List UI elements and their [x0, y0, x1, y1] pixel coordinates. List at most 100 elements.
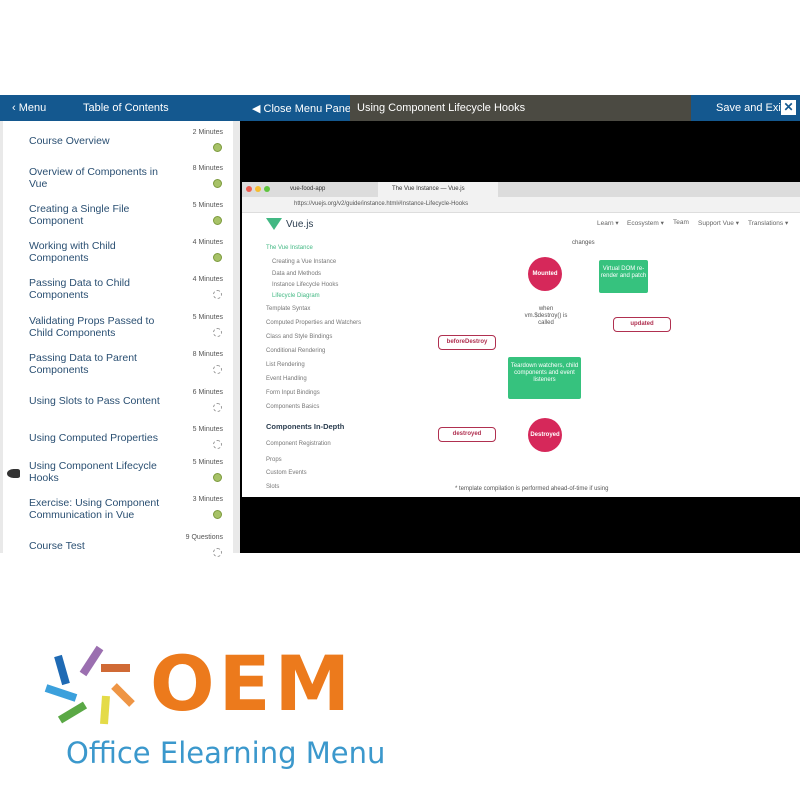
toc-item[interactable]: Course Test 9 Questions [3, 534, 233, 571]
toc-item-duration: 5 Minutes [192, 314, 223, 321]
incomplete-status-icon [213, 440, 222, 449]
diagram-footnote: * template compilation is performed ahea… [455, 486, 609, 492]
complete-status-icon [213, 253, 222, 262]
docs-sidebar-link: Props [266, 457, 282, 463]
complete-status-icon [213, 179, 222, 188]
destroy-condition: when vm.$destroy() is called [524, 306, 568, 326]
complete-status-icon [213, 510, 222, 519]
toc-item-title: Using Computed Properties [29, 432, 158, 444]
toc-item-duration: 5 Minutes [192, 202, 223, 209]
lesson-title: Using Component Lifecycle Hooks [357, 102, 526, 114]
oem-arrows-logo-icon [44, 645, 135, 725]
nav-ecosystem: Ecosystem ▾ [627, 220, 664, 227]
complete-status-icon [213, 473, 222, 482]
incomplete-status-icon [213, 548, 222, 557]
toc-item[interactable]: Passing Data to Child Components 4 Minut… [3, 276, 233, 313]
docs-sidebar-link: Class and Style Bindings [266, 334, 333, 340]
logo-tagline: Office Elearning Menu [66, 736, 386, 770]
mounted-node: Mounted [528, 257, 562, 291]
docs-sidebar-link: Conditional Rendering [266, 348, 326, 354]
teardown-node: Teardown watchers, child components and … [508, 357, 581, 399]
docs-sidebar-link: Lifecycle Diagram [272, 293, 320, 299]
toc-item[interactable]: Using Component Lifecycle Hooks 5 Minute… [3, 459, 233, 496]
site-name: Vue.js [286, 219, 314, 230]
save-exit-button[interactable]: Save and Exit [716, 102, 784, 114]
incomplete-status-icon [213, 290, 222, 299]
toc-item-title: Working with Child Components [29, 240, 116, 264]
toc-item[interactable]: Working with Child Components 4 Minutes [3, 239, 233, 276]
toc-item-title: Using Component Lifecycle Hooks [29, 460, 157, 484]
current-item-pointer-icon [7, 469, 20, 478]
toc-item[interactable]: Creating a Single File Component 5 Minut… [3, 202, 233, 239]
toc-item-title: Course Test [29, 540, 85, 552]
browser-tab-active: The Vue Instance — Vue.js [378, 182, 498, 197]
incomplete-status-icon [213, 365, 222, 374]
docs-sidebar-link: The Vue Instance [266, 245, 313, 251]
docs-sidebar-link: Component Registration [266, 441, 331, 447]
browser-tabs: vue-food-app The Vue Instance — Vue.js [242, 182, 800, 197]
toc-item[interactable]: Course Overview 2 Minutes [3, 129, 233, 166]
vue-logo-icon [266, 218, 282, 230]
toc-item-duration: 8 Minutes [192, 351, 223, 358]
docs-sidebar-link: Components Basics [266, 404, 320, 410]
docs-sidebar-link: Data and Methods [272, 271, 322, 277]
toc-item[interactable]: Using Computed Properties 5 Minutes [3, 426, 233, 463]
docs-sidebar-link: Components In-Depth [266, 422, 345, 431]
toc-item-duration: 3 Minutes [192, 496, 223, 503]
before-destroy-hook: beforeDestroy [438, 335, 496, 350]
destroyed-node: Destroyed [528, 418, 562, 452]
nav-support: Support Vue ▾ [698, 220, 739, 227]
toc-item[interactable]: Validating Props Passed to Child Compone… [3, 314, 233, 351]
close-menu-panel-button[interactable]: ◀ Close Menu Panel [252, 102, 353, 115]
incomplete-status-icon [213, 328, 222, 337]
menu-button[interactable]: ‹ Menu [12, 102, 46, 114]
toc-heading: Table of Contents [83, 102, 169, 114]
updated-hook: updated [613, 317, 671, 332]
toc-item-duration: 5 Minutes [192, 459, 223, 466]
toc-item-title: Passing Data to Parent Components [29, 352, 137, 376]
toc-item-title: Validating Props Passed to Child Compone… [29, 315, 155, 339]
toc-item-duration: 4 Minutes [192, 239, 223, 246]
close-icon[interactable]: ✕ [781, 100, 796, 115]
docs-sidebar-link: List Rendering [266, 362, 305, 368]
docs-sidebar-link: Creating a Vue Instance [272, 259, 337, 265]
docs-sidebar-link: Form Input Bindings [266, 390, 320, 396]
toc-item[interactable]: Using Slots to Pass Content 6 Minutes [3, 389, 233, 426]
nav-translations: Translations ▾ [748, 220, 789, 227]
incomplete-status-icon [213, 403, 222, 412]
toc-item[interactable]: Overview of Components in Vue 8 Minutes [3, 165, 233, 202]
video-frame: vue-food-app The Vue Instance — Vue.js h… [242, 182, 800, 497]
toc-item-duration: 9 Questions [185, 534, 223, 541]
vdom-node: Virtual DOM re-render and patch [599, 260, 648, 293]
docs-sidebar-link: Slots [266, 484, 280, 490]
toc-item-duration: 8 Minutes [192, 165, 223, 172]
address-bar: https://vuejs.org/v2/guide/instance.html… [242, 197, 800, 213]
toc-item-title: Overview of Components in Vue [29, 166, 158, 190]
toc-item-duration: 5 Minutes [192, 426, 223, 433]
docs-sidebar-link: Template Syntax [266, 306, 311, 312]
docs-sidebar-link: Custom Events [266, 470, 307, 476]
complete-status-icon [213, 143, 222, 152]
video-player[interactable]: vue-food-app The Vue Instance — Vue.js h… [240, 121, 800, 553]
toc-item-title: Exercise: Using Component Communication … [29, 497, 160, 521]
toc-item-duration: 6 Minutes [192, 389, 223, 396]
toc-item-title: Creating a Single File Component [29, 203, 130, 227]
complete-status-icon [213, 216, 222, 225]
top-bar: ‹ Menu Table of Contents ◀ Close Menu Pa… [0, 95, 800, 121]
toc-item-duration: 2 Minutes [192, 129, 223, 136]
table-of-contents: Course Overview 2 Minutes Overview of Co… [0, 121, 240, 557]
toc-list[interactable]: Course Overview 2 Minutes Overview of Co… [3, 121, 233, 557]
toc-item[interactable]: Exercise: Using Component Communication … [3, 496, 233, 533]
toc-item-title: Course Overview [29, 135, 110, 147]
toc-item-title: Using Slots to Pass Content [29, 395, 160, 407]
docs-sidebar-link: Instance Lifecycle Hooks [272, 282, 339, 288]
lesson-title-bar: Using Component Lifecycle Hooks [350, 95, 691, 121]
nav-team: Team [673, 219, 689, 226]
docs-sidebar-link: Event Handling [266, 376, 307, 382]
destroyed-hook: destroyed [438, 427, 496, 442]
toc-item[interactable]: Passing Data to Parent Components 8 Minu… [3, 351, 233, 388]
toc-item-title: Passing Data to Child Components [29, 277, 130, 301]
docs-sidebar-link: Computed Properties and Watchers [266, 320, 362, 326]
toc-item-duration: 4 Minutes [192, 276, 223, 283]
nav-learn: Learn ▾ [597, 220, 619, 227]
